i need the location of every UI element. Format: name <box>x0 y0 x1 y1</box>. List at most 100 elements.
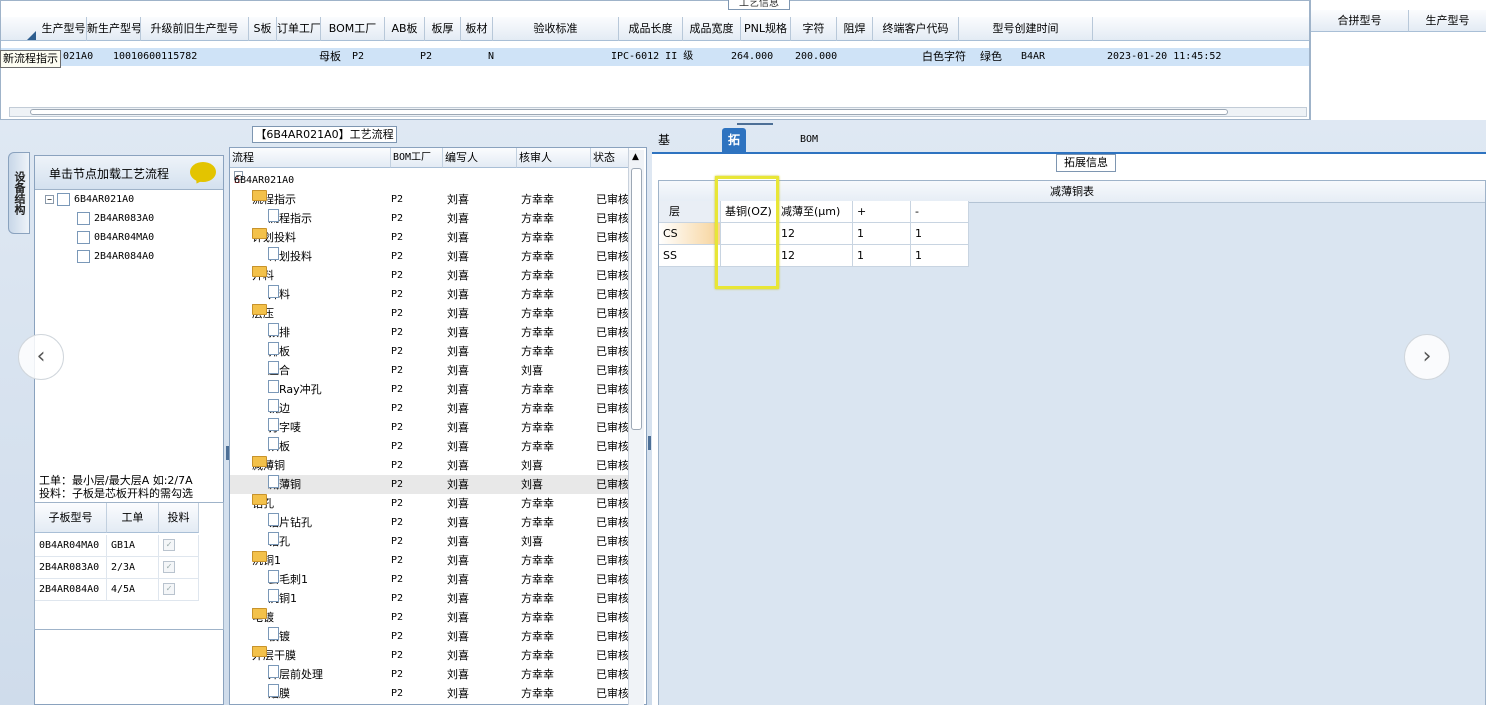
process-factory: P2 <box>391 593 404 604</box>
process-row[interactable]: 贴膜 P2 刘喜 方幸幸 已审核 <box>230 684 630 703</box>
column-header[interactable]: AB板 <box>385 17 425 41</box>
process-row[interactable]: −层压P2刘喜方幸幸已审核 <box>230 304 630 323</box>
process-row[interactable]: 排板 P2 刘喜 方幸幸 已审核 <box>230 342 630 361</box>
process-row[interactable]: −电镀P2刘喜方幸幸已审核 <box>230 608 630 627</box>
process-row[interactable]: −流程指示P2刘喜方幸幸已审核 <box>230 190 630 209</box>
process-row[interactable]: 压合 P2 刘喜 刘喜 已审核 <box>230 361 630 380</box>
table-cell[interactable]: 1 <box>853 223 911 245</box>
tab-basic-info[interactable]: 基本信息 <box>652 128 676 219</box>
splitter-grip[interactable] <box>737 123 773 125</box>
col-merge-model[interactable]: 合拼型号 <box>1311 10 1409 32</box>
col-bom-factory[interactable]: BOM工厂 <box>391 148 443 168</box>
scroll-thumb[interactable] <box>631 168 642 430</box>
next-button[interactable]: › <box>1404 334 1450 380</box>
column-header[interactable]: 字符 <box>791 17 837 41</box>
process-row[interactable]: −钻孔P2刘喜方幸幸已审核 <box>230 494 630 513</box>
process-row[interactable]: 铝片钻孔 P2 刘喜 方幸幸 已审核 <box>230 513 630 532</box>
process-root[interactable]: − ⌂ 6B4AR021A0 <box>230 171 630 190</box>
column-header[interactable]: 成品长度 <box>619 17 683 41</box>
scroll-up-icon[interactable]: ▲ <box>632 152 639 162</box>
table-cell[interactable]: 1 <box>911 245 969 267</box>
col-order[interactable]: 工单 <box>107 503 159 533</box>
process-row[interactable]: 计划投料 P2 刘喜 方幸幸 已审核 <box>230 247 630 266</box>
process-row[interactable]: 板镀 P2 刘喜 方幸幸 已审核 <box>230 627 630 646</box>
top-grid-header: 生产型号 新生产型号 升级前旧生产型号 S板 订单工厂 BOM工厂 AB板 板厚 板材 验收标准成… <box>1 17 1309 41</box>
column-header[interactable]: 订单工厂 <box>277 17 321 41</box>
process-row[interactable]: −外层干膜P2刘喜方幸幸已审核 <box>230 646 630 665</box>
tree-node-child[interactable]: 2B4AR083A0 <box>77 211 154 227</box>
process-scrollbar[interactable]: ▲ <box>628 150 644 705</box>
column-header[interactable]: 阻焊 <box>837 17 873 41</box>
table-row[interactable]: 021A0 10010600115782 母板 P2 P2 N IPC-6012… <box>1 48 1309 66</box>
process-row[interactable]: X-Ray冲孔 P2 刘喜 方幸幸 已审核 <box>230 380 630 399</box>
splitter-grip[interactable] <box>648 436 651 450</box>
process-row[interactable]: 沉铜1 P2 刘喜 方幸幸 已审核 <box>230 589 630 608</box>
scroll-thumb[interactable] <box>30 109 1228 115</box>
process-reviewer: 方幸幸 <box>521 212 554 225</box>
col-layer[interactable]: 层 <box>659 201 721 223</box>
col-sub-model[interactable]: 子板型号 <box>35 503 107 533</box>
process-row[interactable]: 烘板 P2 刘喜 方幸幸 已审核 <box>230 437 630 456</box>
column-header[interactable]: 型号创建时间 <box>959 17 1093 41</box>
cell-sub-model: 2B4AR083A0 <box>35 557 107 579</box>
column-header[interactable]: 验收标准 <box>493 17 619 41</box>
col-reviewer[interactable]: 核审人 <box>517 148 591 168</box>
column-header[interactable]: 减薄至(μm) <box>777 201 853 223</box>
col-writer[interactable]: 编写人 <box>443 148 517 168</box>
cell-char: 白色字符 <box>922 50 966 63</box>
column-header[interactable]: BOM工厂 <box>321 17 385 41</box>
table-cell[interactable]: 1 <box>853 245 911 267</box>
tree-node-root[interactable]: −6B4AR021A0 <box>45 192 134 208</box>
column-header[interactable]: 板厚 <box>425 17 461 41</box>
prev-button[interactable]: ‹ <box>18 334 64 380</box>
table-cell[interactable]: 1 <box>911 223 969 245</box>
column-header[interactable]: 成品宽度 <box>683 17 741 41</box>
process-row[interactable]: −沉铜1P2刘喜方幸幸已审核 <box>230 551 630 570</box>
horizontal-scrollbar[interactable] <box>9 107 1307 117</box>
feed-checkbox[interactable]: ✓ <box>159 557 199 579</box>
tab-extended-info[interactable]: 拓展信息 <box>722 128 747 219</box>
tab-device-structure[interactable]: 设备结构 <box>8 152 30 234</box>
process-row[interactable]: 外层前处理 P2 刘喜 方幸幸 已审核 <box>230 665 630 684</box>
col-prod-model[interactable]: 生产型号 <box>1409 10 1486 32</box>
process-row[interactable]: 开料 P2 刘喜 方幸幸 已审核 <box>230 285 630 304</box>
process-row[interactable]: 去毛刺1 P2 刘喜 方幸幸 已审核 <box>230 570 630 589</box>
column-header[interactable]: + <box>853 201 911 223</box>
table-cell[interactable]: 12 <box>777 223 853 245</box>
process-status: 已审核 <box>596 326 628 339</box>
process-row[interactable]: −计划投料P2刘喜方幸幸已审核 <box>230 228 630 247</box>
process-writer: 刘喜 <box>447 459 469 472</box>
process-row[interactable]: 预排 P2 刘喜 方幸幸 已审核 <box>230 323 630 342</box>
collapse-icon[interactable]: − <box>45 194 54 204</box>
col-feed[interactable]: 投料 <box>159 503 199 533</box>
table-cell[interactable]: 12 <box>777 245 853 267</box>
column-header[interactable]: 升级前旧生产型号 <box>141 17 249 41</box>
column-header[interactable]: 生产型号 <box>41 17 87 41</box>
process-row[interactable]: 流程指示 P2 刘喜 方幸幸 已审核 <box>230 209 630 228</box>
column-header[interactable]: 终端客户代码 <box>873 17 959 41</box>
splitter-grip[interactable] <box>226 446 229 460</box>
process-row[interactable]: 打字唛 P2 刘喜 方幸幸 已审核 <box>230 418 630 437</box>
feed-checkbox[interactable]: ✓ <box>159 535 199 557</box>
process-row[interactable]: 铣边 P2 刘喜 方幸幸 已审核 <box>230 399 630 418</box>
folder-icon <box>252 608 267 619</box>
process-status: 已审核 <box>596 611 628 624</box>
column-header[interactable]: PNL规格 <box>741 17 791 41</box>
tree-node-child[interactable]: 2B4AR084A0 <box>77 249 154 265</box>
column-header[interactable]: 板材 <box>461 17 493 41</box>
process-factory: P2 <box>391 289 404 300</box>
process-row[interactable]: 钻孔 P2 刘喜 刘喜 已审核 <box>230 532 630 551</box>
col-status[interactable]: 状态 <box>591 148 629 168</box>
column-header[interactable]: 新生产型号 <box>87 17 141 41</box>
process-row[interactable]: −减薄铜P2刘喜刘喜已审核 <box>230 456 630 475</box>
tree-node-child[interactable]: 0B4AR04MA0 <box>77 230 154 246</box>
column-header[interactable]: S板 <box>249 17 277 41</box>
comment-balloon-icon[interactable] <box>190 162 216 182</box>
process-row[interactable]: −开料P2刘喜方幸幸已审核 <box>230 266 630 285</box>
feed-checkbox[interactable]: ✓ <box>159 579 199 601</box>
process-row[interactable]: 减薄铜 P2 刘喜 刘喜 已审核 <box>230 475 630 494</box>
tab-bom[interactable]: BOM <box>794 128 824 152</box>
column-header[interactable]: - <box>911 201 969 223</box>
process-writer: 刘喜 <box>447 573 469 586</box>
col-process[interactable]: 流程 <box>230 148 391 168</box>
